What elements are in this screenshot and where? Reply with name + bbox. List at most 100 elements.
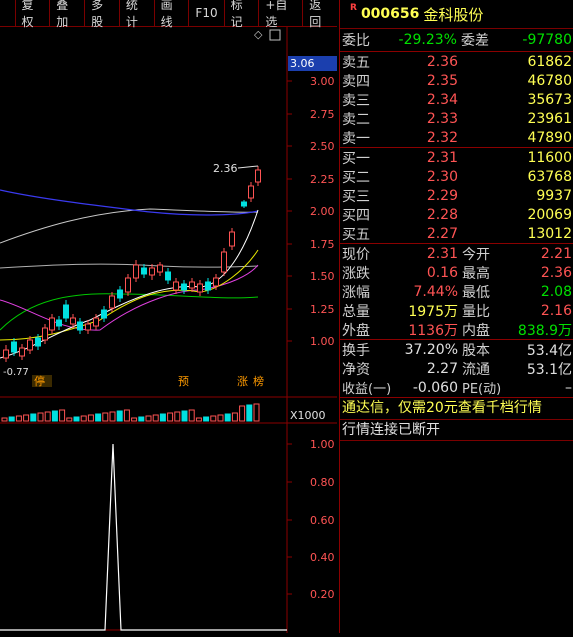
candle xyxy=(19,347,25,357)
candle xyxy=(3,349,9,359)
candle xyxy=(93,317,99,327)
candle xyxy=(173,281,179,291)
order-row[interactable]: 买二 2.30 63768 xyxy=(340,167,573,186)
price-tick: 2.25 xyxy=(310,173,335,186)
price-tick: 2.00 xyxy=(310,205,335,218)
ma-line-lightgrey xyxy=(0,263,259,269)
indicator-tick: 0.40 xyxy=(310,551,335,564)
multi-stock-button[interactable]: 多股 xyxy=(85,0,120,29)
diamond-icon[interactable]: ◇ xyxy=(254,28,263,41)
candle xyxy=(101,309,107,319)
ask-label: 卖三 xyxy=(342,92,370,109)
ask-price: 2.32 xyxy=(426,129,458,146)
volume-bars xyxy=(1,403,260,422)
ask-volume: 61862 xyxy=(527,53,572,70)
order-row[interactable]: 买三 2.29 9937 xyxy=(340,186,573,205)
r-mark: R xyxy=(350,3,357,13)
stats-block-1: 现价 2.31 今开 2.21 涨跌 0.16 最高 2.36 涨幅 7.44% 最低 2.08 … xyxy=(340,244,573,340)
price-tick: 1.75 xyxy=(310,238,335,251)
price-axis: 3.00 2.75 2.50 2.25 2.00 1.75 1.50 1.25 … xyxy=(287,75,335,348)
event-limitup-label[interactable]: 涨 xyxy=(237,375,248,388)
volume-bar xyxy=(174,411,181,422)
order-row[interactable]: 卖四 2.35 46780 xyxy=(340,71,573,90)
indicator-axis: 1.00 0.80 0.60 0.40 0.20 xyxy=(287,438,335,601)
stat-label: 股本 xyxy=(462,342,490,359)
kline-chart-svg[interactable]: ◇ 3.00 2.75 2.50 2.25 2.00 1.75 1.50 1.2… xyxy=(0,27,337,633)
stat-value: 0.16 xyxy=(426,264,458,281)
overlay-button[interactable]: 叠加 xyxy=(50,0,86,29)
mark-button[interactable]: 标记 xyxy=(225,0,260,29)
event-suspend-label[interactable]: 停 xyxy=(34,374,45,388)
volume-bar xyxy=(1,417,8,422)
draw-line-button[interactable]: 画线 xyxy=(155,0,190,29)
stat-label: 收益(一) xyxy=(342,382,392,397)
candle xyxy=(85,323,91,331)
order-row[interactable]: 买四 2.28 20069 xyxy=(340,205,573,224)
order-row[interactable]: 卖二 2.33 23961 xyxy=(340,109,573,128)
stock-code[interactable]: 000656 xyxy=(361,6,419,22)
add-favorite-button[interactable]: +自选 xyxy=(259,0,304,29)
ask-volume: 46780 xyxy=(527,72,572,89)
stat-value: 2.16 xyxy=(540,302,572,319)
fuquan-button[interactable]: 复权 xyxy=(16,0,51,29)
price-tick: 2.50 xyxy=(310,140,335,153)
kline-chart-area[interactable]: ◇ 3.00 2.75 2.50 2.25 2.00 1.75 1.50 1.2… xyxy=(0,27,337,633)
f10-button[interactable]: F10 xyxy=(189,0,225,26)
ma-line-grey xyxy=(0,208,259,244)
volume-bar xyxy=(51,410,58,422)
bid-volume: 13012 xyxy=(527,225,572,242)
indicator-spike-line xyxy=(0,443,287,631)
ask-volume: 23961 xyxy=(527,110,572,127)
bid-volume: 11600 xyxy=(527,149,572,166)
candle xyxy=(213,277,219,287)
statistics-button[interactable]: 统计 xyxy=(120,0,155,29)
order-row[interactable]: 卖五 2.36 61862 xyxy=(340,52,573,71)
high-price-label: 2.36 xyxy=(213,162,238,175)
volume-bar xyxy=(87,414,94,422)
stat-label: 净资 xyxy=(342,361,370,378)
candle xyxy=(221,251,227,273)
indicator-tick: 1.00 xyxy=(310,438,335,451)
indicator-tick: 0.80 xyxy=(310,476,335,489)
order-row[interactable]: 卖一 2.32 47890 xyxy=(340,128,573,147)
order-row[interactable]: 买一 2.31 11600 xyxy=(340,148,573,167)
volume-bar xyxy=(231,412,238,422)
back-button[interactable]: 返回 xyxy=(303,0,337,29)
price-tick: 3.00 xyxy=(310,75,335,88)
stat-value: 2.08 xyxy=(540,283,572,300)
stat-value: 2.21 xyxy=(540,245,572,262)
candle xyxy=(189,281,195,289)
quote-panel: R 000656 金科股份 委比 -29.23% 委差 -97780 卖五 2.3… xyxy=(339,0,573,633)
volume-bar xyxy=(181,410,188,422)
stat-row: 换手 37.20% 股本 53.4亿 xyxy=(340,340,573,359)
stat-label: 量比 xyxy=(462,303,490,320)
volume-bar xyxy=(102,412,109,422)
ask-volume: 47890 xyxy=(527,129,572,146)
stat-value: – xyxy=(565,379,572,396)
weibi-value: -29.23% xyxy=(398,32,457,48)
candle xyxy=(49,317,55,331)
order-row[interactable]: 卖三 2.34 35673 xyxy=(340,90,573,109)
ask-volume: 35673 xyxy=(527,91,572,108)
ask-price: 2.35 xyxy=(426,72,458,89)
event-forecast-label[interactable]: 预 xyxy=(178,375,189,388)
stock-name[interactable]: 金科股份 xyxy=(423,4,483,25)
candle xyxy=(77,321,83,331)
promo-notice[interactable]: 通达信，仅需20元查看千档行情 xyxy=(340,397,573,420)
stat-value: 838.9万 xyxy=(517,322,572,339)
volume-bar xyxy=(188,409,195,422)
event-ranking-label[interactable]: 榜 xyxy=(253,374,264,388)
candle xyxy=(229,231,235,247)
volume-bar xyxy=(59,409,66,422)
window-toggle-icon[interactable] xyxy=(269,29,281,41)
volume-bar xyxy=(95,413,102,422)
candle xyxy=(141,267,147,275)
volume-bar xyxy=(210,415,217,422)
stat-label: 今开 xyxy=(462,246,490,263)
indicator-tick: 0.60 xyxy=(310,514,335,527)
bid-volume: 20069 xyxy=(527,206,572,223)
candle xyxy=(165,271,171,281)
bid-price: 2.31 xyxy=(426,149,458,166)
order-row[interactable]: 买五 2.27 13012 xyxy=(340,224,573,243)
bid-price: 2.28 xyxy=(426,206,458,223)
